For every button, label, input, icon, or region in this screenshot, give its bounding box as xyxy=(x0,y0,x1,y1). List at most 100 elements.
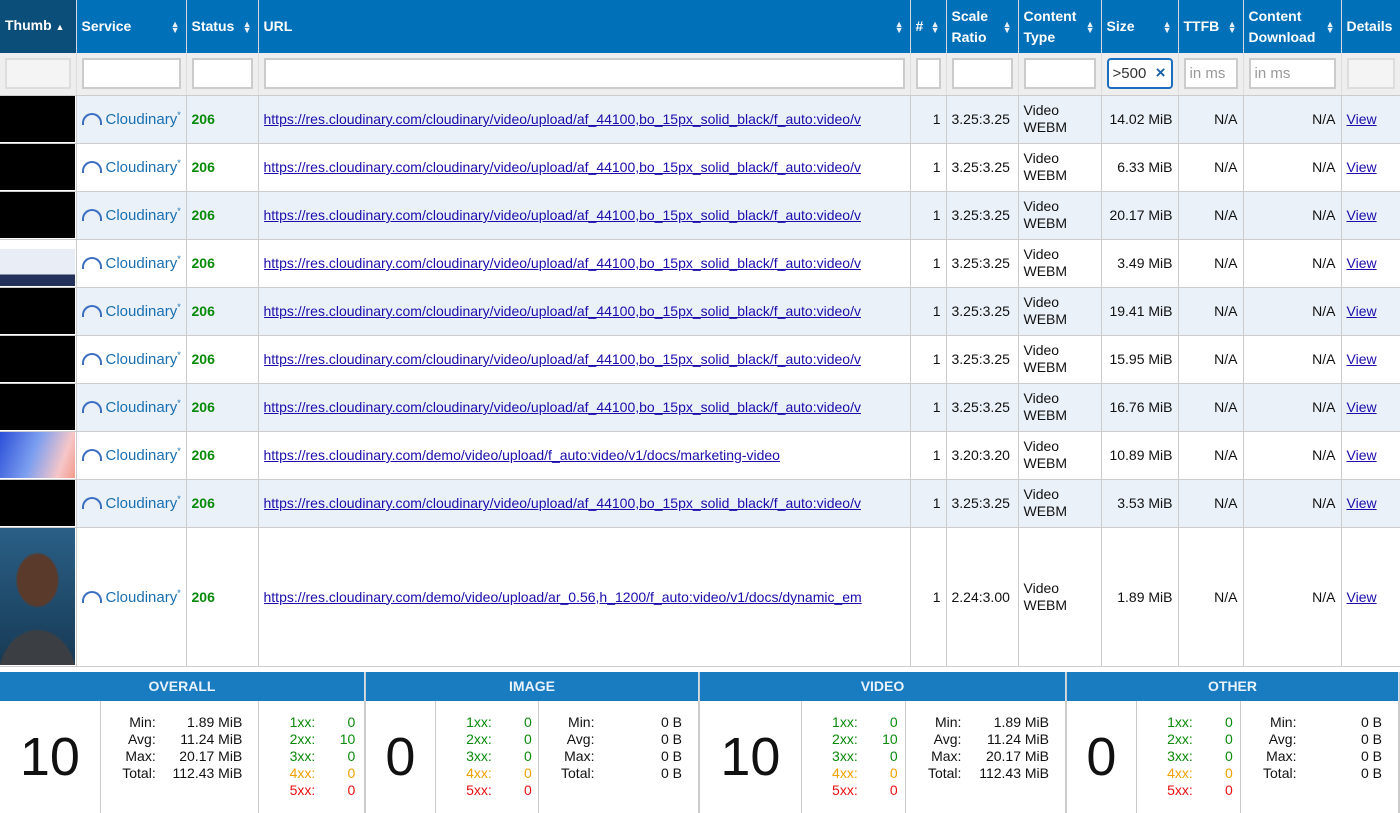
content-type-filter[interactable] xyxy=(1023,58,1096,90)
thumbnail[interactable] xyxy=(0,288,75,334)
thumbnail[interactable] xyxy=(0,528,75,665)
thumbnail[interactable] xyxy=(0,240,75,286)
view-details-link[interactable]: View xyxy=(1347,303,1377,319)
thumbnail[interactable] xyxy=(0,192,75,238)
col-ttfb[interactable]: TTFB ▲ ▼ xyxy=(1178,0,1244,53)
scale-ratio-cell: 3.25:3.25 xyxy=(946,383,1019,432)
url-link[interactable]: https://res.cloudinary.com/cloudinary/vi… xyxy=(264,399,905,415)
url-link[interactable]: https://res.cloudinary.com/cloudinary/vi… xyxy=(264,207,905,223)
view-details-link[interactable]: View xyxy=(1347,351,1377,367)
col-details[interactable]: Details xyxy=(1341,0,1400,53)
status-code: 206 xyxy=(191,303,215,319)
scale-filter[interactable] xyxy=(951,58,1013,90)
view-details-link[interactable]: View xyxy=(1347,255,1377,271)
col-status[interactable]: Status ▲ ▼ xyxy=(186,0,259,53)
col-count[interactable]: # ▲ ▼ xyxy=(910,0,947,53)
ttfb-cell: N/A xyxy=(1178,287,1244,336)
download-filter[interactable] xyxy=(1248,58,1336,90)
thumbnail[interactable] xyxy=(0,480,75,526)
thumbnail[interactable] xyxy=(0,384,75,430)
content-type-cell: Video WEBM xyxy=(1018,239,1102,288)
status-code-stats: 1xx: 0 2xx: 0 3xx: 0 4xx: 0 5xx: 0 xyxy=(1137,701,1242,813)
table-row[interactable]: Cloudinary* 206 https://res.cloudinary.c… xyxy=(0,527,1400,667)
col-service[interactable]: Service ▲ ▼ xyxy=(76,0,187,53)
thumbnail[interactable] xyxy=(0,432,75,478)
url-filter[interactable] xyxy=(263,58,905,90)
status-filter[interactable] xyxy=(191,58,253,90)
sort-icon: ▲ ▼ xyxy=(930,18,940,35)
sort-icon: ▲ ▼ xyxy=(242,18,252,35)
scale-ratio-cell: 3.25:3.25 xyxy=(946,335,1019,384)
summary-image: IMAGE 0 1xx: 0 2xx: 0 3xx: 0 4xx: 0 5xx: 0 Min: 0 B Av… xyxy=(366,672,700,813)
view-details-link[interactable]: View xyxy=(1347,111,1377,127)
url-link[interactable]: https://res.cloudinary.com/demo/video/up… xyxy=(264,589,905,605)
ttfb-cell: N/A xyxy=(1178,191,1244,240)
col-thumb[interactable]: Thumb ▲ xyxy=(0,0,77,53)
service-filter[interactable] xyxy=(81,58,181,90)
col-content-type[interactable]: Content Type ▲ ▼ xyxy=(1018,0,1102,53)
view-details-link[interactable]: View xyxy=(1347,159,1377,175)
col-content-download[interactable]: Content Download ▲ ▼ xyxy=(1243,0,1342,53)
table-row[interactable]: Cloudinary* 206 https://res.cloudinary.c… xyxy=(0,95,1400,144)
download-cell: N/A xyxy=(1243,287,1342,336)
table-row[interactable]: Cloudinary* 206 https://res.cloudinary.c… xyxy=(0,239,1400,288)
table-row[interactable]: Cloudinary* 206 https://res.cloudinary.c… xyxy=(0,431,1400,480)
ttfb-filter[interactable] xyxy=(1183,58,1238,90)
service-cell: Cloudinary* xyxy=(81,350,181,368)
count-filter[interactable] xyxy=(915,58,941,90)
ttfb-cell: N/A xyxy=(1178,335,1244,384)
view-details-link[interactable]: View xyxy=(1347,207,1377,223)
content-type-cell: Video WEBM xyxy=(1018,191,1102,240)
thumbnail[interactable] xyxy=(0,336,75,382)
url-link[interactable]: https://res.cloudinary.com/cloudinary/vi… xyxy=(264,255,905,271)
url-link[interactable]: https://res.cloudinary.com/cloudinary/vi… xyxy=(264,495,905,511)
view-details-link[interactable]: View xyxy=(1347,399,1377,415)
count-cell: 1 xyxy=(910,527,947,667)
view-details-link[interactable]: View xyxy=(1347,495,1377,511)
table-row[interactable]: Cloudinary* 206 https://res.cloudinary.c… xyxy=(0,287,1400,336)
table-row[interactable]: Cloudinary* 206 https://res.cloudinary.c… xyxy=(0,335,1400,384)
thumbnail[interactable] xyxy=(0,144,75,190)
size-cell: 19.41 MiB xyxy=(1101,287,1179,336)
view-details-link[interactable]: View xyxy=(1347,589,1377,605)
service-cell: Cloudinary* xyxy=(81,588,181,606)
table-row[interactable]: Cloudinary* 206 https://res.cloudinary.c… xyxy=(0,479,1400,528)
status-code: 206 xyxy=(191,207,215,223)
url-link[interactable]: https://res.cloudinary.com/cloudinary/vi… xyxy=(264,159,905,175)
url-link[interactable]: https://res.cloudinary.com/demo/video/up… xyxy=(264,447,905,463)
url-link[interactable]: https://res.cloudinary.com/cloudinary/vi… xyxy=(264,303,905,319)
summary-title: OVERALL xyxy=(0,672,365,701)
view-details-link[interactable]: View xyxy=(1347,447,1377,463)
url-link[interactable]: https://res.cloudinary.com/cloudinary/vi… xyxy=(264,351,905,367)
content-type-cell: Video WEBM xyxy=(1018,383,1102,432)
request-count: 0 xyxy=(366,701,436,813)
summary-title: OTHER xyxy=(1067,672,1399,701)
cloudinary-icon xyxy=(81,590,102,603)
thumbnail[interactable] xyxy=(0,96,75,142)
col-scale-ratio[interactable]: Scale Ratio ▲ ▼ xyxy=(946,0,1019,53)
col-url[interactable]: URL ▲ ▼ xyxy=(258,0,911,53)
status-code-stats: 1xx: 0 2xx: 10 3xx: 0 4xx: 0 5xx: 0 xyxy=(259,701,365,813)
status-code-stats: 1xx: 0 2xx: 0 3xx: 0 4xx: 0 5xx: 0 xyxy=(436,701,540,813)
content-type-cell: Video WEBM xyxy=(1018,287,1102,336)
size-cell: 1.89 MiB xyxy=(1101,527,1179,667)
url-link[interactable]: https://res.cloudinary.com/cloudinary/vi… xyxy=(264,111,905,127)
clear-icon[interactable]: × xyxy=(1156,63,1166,83)
ttfb-cell: N/A xyxy=(1178,431,1244,480)
scale-ratio-cell: 3.25:3.25 xyxy=(946,95,1019,144)
sort-icon: ▲ ▼ xyxy=(894,18,904,35)
download-cell: N/A xyxy=(1243,335,1342,384)
table-row[interactable]: Cloudinary* 206 https://res.cloudinary.c… xyxy=(0,143,1400,192)
size-cell: 14.02 MiB xyxy=(1101,95,1179,144)
service-cell: Cloudinary* xyxy=(81,398,181,416)
table-row[interactable]: Cloudinary* 206 https://res.cloudinary.c… xyxy=(0,191,1400,240)
table-row[interactable]: Cloudinary* 206 https://res.cloudinary.c… xyxy=(0,383,1400,432)
status-code: 206 xyxy=(191,111,215,127)
service-cell: Cloudinary* xyxy=(81,158,181,176)
col-size[interactable]: Size ▲ ▼ xyxy=(1101,0,1179,53)
summary-title: IMAGE xyxy=(366,672,699,701)
count-cell: 1 xyxy=(910,239,947,288)
count-cell: 1 xyxy=(910,335,947,384)
request-count: 10 xyxy=(0,701,101,813)
cloudinary-icon xyxy=(81,257,102,269)
